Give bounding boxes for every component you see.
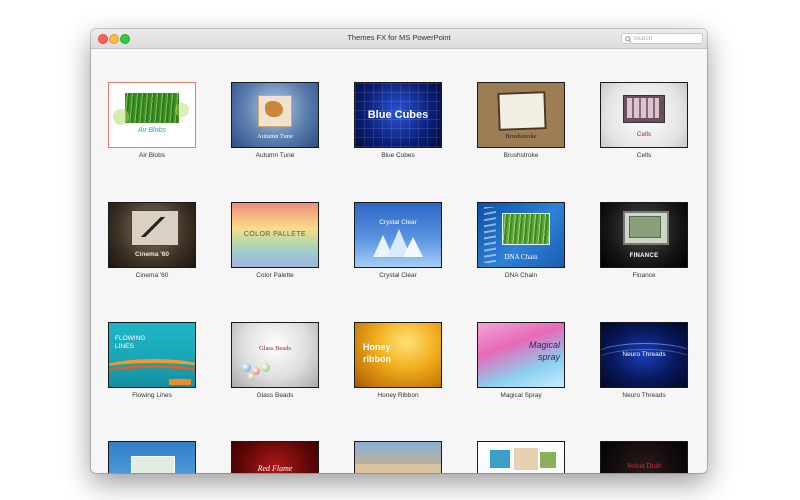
theme-tile-magical-spray[interactable]: Magical spray Magical Spray: [477, 322, 565, 399]
theme-thumbnail: FLOWING LINES: [108, 322, 196, 388]
theme-tile-brushstroke[interactable]: Brushstroke Brushstroke: [477, 82, 565, 159]
theme-tile-air-blobs[interactable]: Air Blobs Air Blobs: [108, 82, 196, 159]
theme-thumbnail: [108, 441, 196, 473]
theme-thumbnail: DNA Chain: [477, 202, 565, 268]
theme-thumbnail: FINANCE: [600, 202, 688, 268]
theme-tile-row4-5[interactable]: Velvet Draft: [600, 441, 688, 473]
theme-thumbnail-text: FINANCE: [629, 253, 659, 259]
theme-thumbnail-text: Crystal Clear: [379, 219, 417, 226]
theme-label: Air Blobs: [138, 152, 165, 159]
search-icon: [625, 35, 632, 43]
theme-label: DNA Chain: [504, 272, 538, 279]
theme-thumbnail: Blue Cubes: [354, 82, 442, 148]
theme-thumbnail-text: Neuro Threads: [622, 351, 666, 358]
theme-thumbnail: Velvet Draft: [600, 441, 688, 473]
theme-tile-color-palette[interactable]: COLOR PALLETE Color Palette: [231, 202, 319, 279]
theme-thumbnail-text: FLOWING LINES: [115, 335, 146, 350]
theme-label: Color Palette: [256, 272, 294, 279]
theme-tile-finance[interactable]: FINANCE Finance: [600, 202, 688, 279]
theme-thumbnail-text: Cells: [636, 131, 652, 138]
theme-thumbnail: COLOR PALLETE: [231, 202, 319, 268]
theme-thumbnail: Crystal Clear: [354, 202, 442, 268]
theme-thumbnail: Neuro Threads: [600, 322, 688, 388]
window-title: Themes FX for MS PowerPoint: [347, 33, 451, 42]
theme-tile-row4-1[interactable]: [108, 441, 196, 473]
theme-tile-cinema-60[interactable]: Cinema '60 Cinema '60: [108, 202, 196, 279]
theme-tile-row4-4[interactable]: [477, 441, 565, 473]
search-field[interactable]: [621, 33, 703, 44]
theme-label: Brushstroke: [503, 152, 539, 159]
theme-thumbnail-text: COLOR PALLETE: [243, 231, 307, 238]
theme-thumbnail: Brushstroke: [477, 82, 565, 148]
theme-thumbnail: Magical spray: [477, 322, 565, 388]
theme-thumbnail: [354, 441, 442, 473]
theme-thumbnail-text: Glass Beads: [259, 345, 291, 352]
theme-tile-autumn-tune[interactable]: Autumn Tune Autumn Tune: [231, 82, 319, 159]
theme-tile-row4-2[interactable]: Red Flame: [231, 441, 319, 473]
theme-tile-cells[interactable]: Cells Cells: [600, 82, 688, 159]
theme-label: Cells: [636, 152, 652, 159]
theme-tile-blue-cubes[interactable]: Blue Cubes Blue Cubes: [354, 82, 442, 159]
theme-thumbnail: Honey ribbon: [354, 322, 442, 388]
theme-label: Neuro Threads: [622, 392, 666, 399]
theme-label: Flowing Lines: [132, 392, 172, 399]
theme-tile-row4-3[interactable]: [354, 441, 442, 473]
theme-thumbnail-text: Blue Cubes: [367, 109, 429, 121]
theme-thumbnail-text: Autumn Tune: [257, 133, 293, 140]
search-input[interactable]: [633, 34, 699, 43]
theme-thumbnail: Cinema '60: [108, 202, 196, 268]
theme-thumbnail-text: Red Flame: [257, 464, 293, 473]
theme-label: Cinema '60: [135, 272, 169, 279]
theme-thumbnail-text: Velvet Draft: [626, 462, 662, 470]
app-window: Themes FX for MS PowerPoint Air Blobs Ai…: [91, 29, 707, 473]
theme-label: Finance: [632, 272, 656, 279]
theme-label: Glass Beads: [256, 392, 294, 399]
theme-thumbnail-text: Air Blobs: [137, 127, 166, 134]
theme-tile-crystal-clear[interactable]: Crystal Clear Crystal Clear: [354, 202, 442, 279]
theme-label: Crystal Clear: [379, 272, 417, 279]
theme-tile-neuro-threads[interactable]: Neuro Threads Neuro Threads: [600, 322, 688, 399]
theme-tile-glass-beads[interactable]: Glass Beads Glass Beads: [231, 322, 319, 399]
theme-thumbnail: Autumn Tune: [231, 82, 319, 148]
theme-thumbnail: Red Flame: [231, 441, 319, 473]
theme-thumbnail-text: DNA Chain: [504, 253, 538, 261]
theme-label: Blue Cubes: [381, 152, 415, 159]
title-bar: Themes FX for MS PowerPoint: [91, 29, 707, 49]
theme-label: Honey Ribbon: [377, 392, 419, 399]
theme-gallery: Air Blobs Air Blobs Autumn Tune Autumn T…: [91, 49, 707, 473]
theme-thumbnail-text: Cinema '60: [134, 251, 170, 258]
theme-label: Magical Spray: [500, 392, 542, 399]
theme-label: Autumn Tune: [255, 152, 295, 159]
theme-tile-dna-chain[interactable]: DNA Chain DNA Chain: [477, 202, 565, 279]
theme-thumbnail: Cells: [600, 82, 688, 148]
theme-thumbnail-text: Brushstroke: [505, 133, 537, 140]
theme-thumbnail: Air Blobs: [108, 82, 196, 148]
theme-thumbnail: [477, 441, 565, 473]
theme-thumbnail: Glass Beads: [231, 322, 319, 388]
theme-tile-flowing-lines[interactable]: FLOWING LINES Flowing Lines: [108, 322, 196, 399]
theme-thumbnail-text: Magical spray: [528, 340, 560, 362]
theme-tile-honey-ribbon[interactable]: Honey ribbon Honey Ribbon: [354, 322, 442, 399]
theme-thumbnail-text: Honey ribbon: [363, 342, 391, 364]
